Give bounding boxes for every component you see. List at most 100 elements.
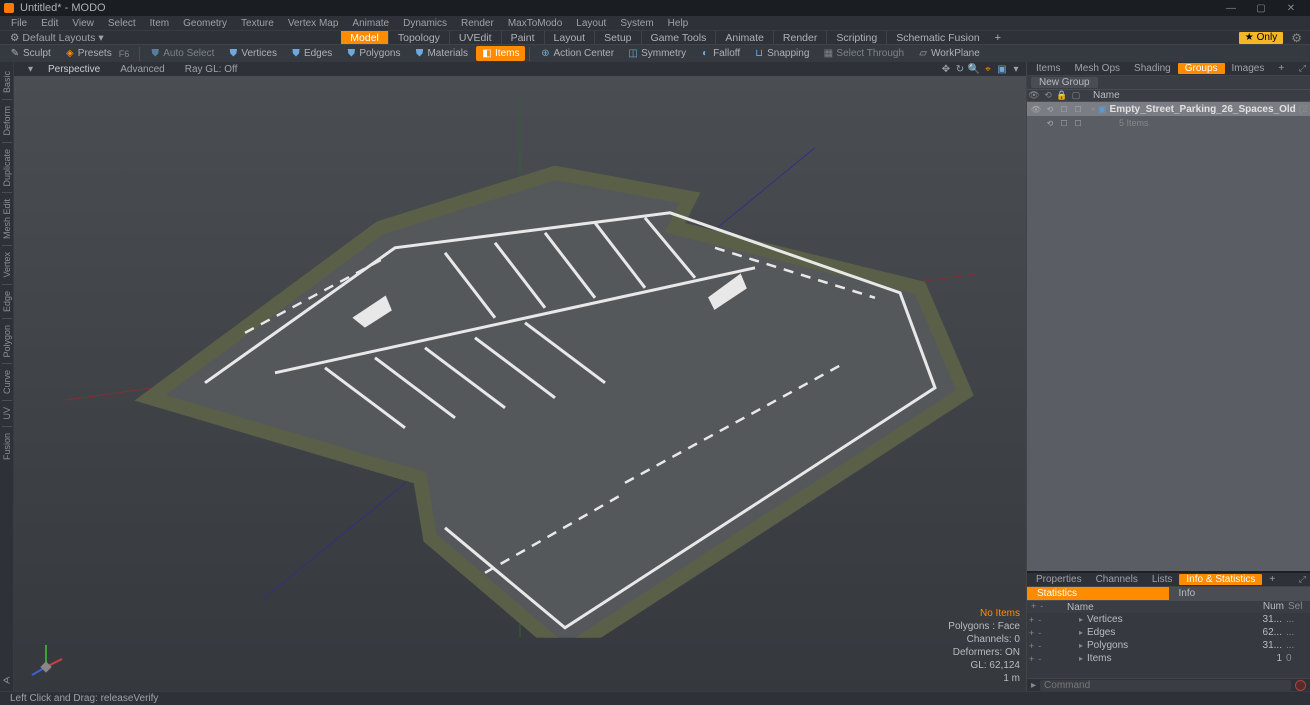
layout-tab-model[interactable]: Model bbox=[341, 31, 388, 44]
stats-row-polygons[interactable]: +- ▸Polygons 31... ... bbox=[1027, 639, 1310, 652]
menu-file[interactable]: File bbox=[4, 18, 34, 29]
rtab-images[interactable]: Images bbox=[1225, 63, 1272, 74]
layout-tab-setup[interactable]: Setup bbox=[594, 31, 640, 44]
expand-icon[interactable]: ⤢ bbox=[1297, 63, 1308, 74]
menu-item[interactable]: Item bbox=[143, 18, 176, 29]
layout-tab-schematic[interactable]: Schematic Fusion bbox=[886, 31, 988, 44]
stats-sel-col[interactable]: Sel bbox=[1288, 601, 1310, 613]
sculpt-button[interactable]: ✎Sculpt bbox=[4, 46, 57, 61]
subtab-statistics[interactable]: Statistics bbox=[1027, 587, 1169, 600]
menu-texture[interactable]: Texture bbox=[234, 18, 281, 29]
lock-toggle[interactable]: ☐ bbox=[1057, 119, 1071, 128]
rotate-icon[interactable]: ↻ bbox=[954, 63, 966, 75]
menu-maxtomodo[interactable]: MaxToModo bbox=[501, 18, 569, 29]
menu-system[interactable]: System bbox=[613, 18, 660, 29]
camera-icon[interactable]: ▣ bbox=[996, 63, 1008, 75]
layout-tab-uvedit[interactable]: UVEdit bbox=[449, 31, 501, 44]
collapse-icon[interactable]: ∢ bbox=[2, 676, 10, 687]
items-button[interactable]: ◧Items bbox=[476, 46, 525, 61]
layout-tab-render[interactable]: Render bbox=[773, 31, 826, 44]
symmetry-button[interactable]: ◫Symmetry bbox=[622, 46, 692, 61]
ref-toggle[interactable]: ⟲ bbox=[1043, 119, 1057, 128]
menu-geometry[interactable]: Geometry bbox=[176, 18, 234, 29]
subtab-info[interactable]: Info bbox=[1169, 587, 1310, 600]
rtab-meshops[interactable]: Mesh Ops bbox=[1067, 63, 1127, 74]
edges-button[interactable]: ⛊Edges bbox=[285, 46, 338, 61]
expand-icon[interactable]: ⤢ bbox=[1297, 574, 1308, 585]
ltab-properties[interactable]: Properties bbox=[1029, 574, 1089, 585]
fit-icon[interactable]: ⌖ bbox=[982, 63, 994, 75]
vtab-edge[interactable]: Edge bbox=[2, 286, 12, 317]
axis-gizmo[interactable] bbox=[26, 639, 66, 679]
cmd-chevron-icon[interactable]: ▸ bbox=[1031, 680, 1036, 691]
name-column-header[interactable]: Name bbox=[1089, 90, 1124, 101]
layout-tab-paint[interactable]: Paint bbox=[501, 31, 544, 44]
rtab-items[interactable]: Items bbox=[1029, 63, 1067, 74]
menu-dynamics[interactable]: Dynamics bbox=[396, 18, 454, 29]
group-item-row[interactable]: 👁 ⟲ ☐ ☐ ▾ ▣ Empty_Street_Parking_26_Spac… bbox=[1027, 102, 1310, 116]
menu-view[interactable]: View bbox=[65, 18, 101, 29]
stats-name-col[interactable]: Name bbox=[1059, 601, 1258, 613]
eye-icon[interactable]: 👁 bbox=[1027, 90, 1041, 101]
rtab-groups[interactable]: Groups bbox=[1178, 63, 1225, 74]
collapse-toggle[interactable]: ▾ bbox=[1091, 105, 1095, 114]
menu-help[interactable]: Help bbox=[661, 18, 696, 29]
close-button[interactable]: ✕ bbox=[1276, 0, 1306, 16]
ltab-info[interactable]: Info & Statistics bbox=[1179, 574, 1262, 585]
minimize-button[interactable]: — bbox=[1216, 0, 1246, 16]
viewport-tab-advanced[interactable]: Advanced bbox=[110, 63, 174, 76]
menu-animate[interactable]: Animate bbox=[345, 18, 396, 29]
vtab-curve[interactable]: Curve bbox=[2, 365, 12, 399]
layout-tab-scripting[interactable]: Scripting bbox=[826, 31, 886, 44]
falloff-button[interactable]: ◐Falloff bbox=[694, 46, 746, 61]
presets-button[interactable]: ◈PresetsF6 bbox=[59, 46, 135, 61]
ref-icon[interactable]: ⟲ bbox=[1041, 90, 1055, 101]
menu-icon[interactable]: ▾ bbox=[1010, 63, 1022, 75]
rtab-shading[interactable]: Shading bbox=[1127, 63, 1178, 74]
menu-render[interactable]: Render bbox=[454, 18, 501, 29]
command-input[interactable]: Command bbox=[1040, 680, 1291, 691]
stats-row-edges[interactable]: +- ▸Edges 62... ... bbox=[1027, 626, 1310, 639]
viewport-3d[interactable]: No Items Polygons : Face Channels: 0 Def… bbox=[14, 76, 1026, 691]
vtab-meshedit[interactable]: Mesh Edit bbox=[2, 194, 12, 244]
menu-layout[interactable]: Layout bbox=[569, 18, 613, 29]
menu-vertexmap[interactable]: Vertex Map bbox=[281, 18, 346, 29]
vertices-button[interactable]: ⛊Vertices bbox=[222, 46, 283, 61]
stats-num-col[interactable]: Num bbox=[1258, 601, 1288, 613]
vtab-polygon[interactable]: Polygon bbox=[2, 320, 12, 363]
vtab-uv[interactable]: UV bbox=[2, 402, 12, 425]
lock-icon[interactable]: 🔒 bbox=[1055, 90, 1069, 101]
rtab-add[interactable]: + bbox=[1271, 63, 1291, 74]
record-button[interactable] bbox=[1295, 680, 1306, 691]
materials-button[interactable]: ⛊Materials bbox=[408, 46, 474, 61]
stats-row-items[interactable]: +- ▸Items 1 0 bbox=[1027, 652, 1310, 665]
polygons-button[interactable]: ⛊Polygons bbox=[340, 46, 406, 61]
menu-select[interactable]: Select bbox=[101, 18, 143, 29]
layout-dropdown[interactable]: ⚙ Default Layouts ▾ bbox=[4, 32, 110, 44]
zoom-icon[interactable]: 🔍 bbox=[968, 63, 980, 75]
ref-toggle[interactable]: ⟲ bbox=[1043, 105, 1057, 114]
ltab-lists[interactable]: Lists bbox=[1145, 574, 1180, 585]
viewport-tab-perspective[interactable]: Perspective bbox=[38, 63, 110, 76]
group-tree[interactable]: 👁 ⟲ ☐ ☐ ▾ ▣ Empty_Street_Parking_26_Spac… bbox=[1027, 102, 1310, 571]
sel-toggle[interactable]: ☐ bbox=[1071, 119, 1085, 128]
lock-toggle[interactable]: ☐ bbox=[1057, 105, 1071, 114]
only-toggle[interactable]: ★Only bbox=[1239, 32, 1284, 44]
sel-toggle[interactable]: ☐ bbox=[1071, 105, 1085, 114]
color-icon[interactable]: ▢ bbox=[1069, 90, 1083, 101]
vtab-duplicate[interactable]: Duplicate bbox=[2, 144, 12, 192]
layout-add-button[interactable]: + bbox=[989, 32, 1007, 44]
layout-tab-animate[interactable]: Animate bbox=[715, 31, 773, 44]
selectthrough-button[interactable]: ▦Select Through bbox=[817, 46, 910, 61]
viewport-options-icon[interactable]: ▾ bbox=[18, 63, 38, 76]
new-group-button[interactable]: New Group bbox=[1031, 77, 1098, 88]
menu-edit[interactable]: Edit bbox=[34, 18, 65, 29]
layout-tab-topology[interactable]: Topology bbox=[388, 31, 449, 44]
eye-toggle[interactable]: 👁 bbox=[1029, 105, 1043, 114]
vtab-basic[interactable]: Basic bbox=[2, 66, 12, 98]
actioncenter-button[interactable]: ⊕Action Center bbox=[534, 46, 620, 61]
vtab-deform[interactable]: Deform bbox=[2, 101, 12, 141]
snapping-button[interactable]: ⊔Snapping bbox=[748, 46, 815, 61]
settings-gear-icon[interactable]: ⚙ bbox=[1287, 31, 1306, 45]
move-icon[interactable]: ✥ bbox=[940, 63, 952, 75]
